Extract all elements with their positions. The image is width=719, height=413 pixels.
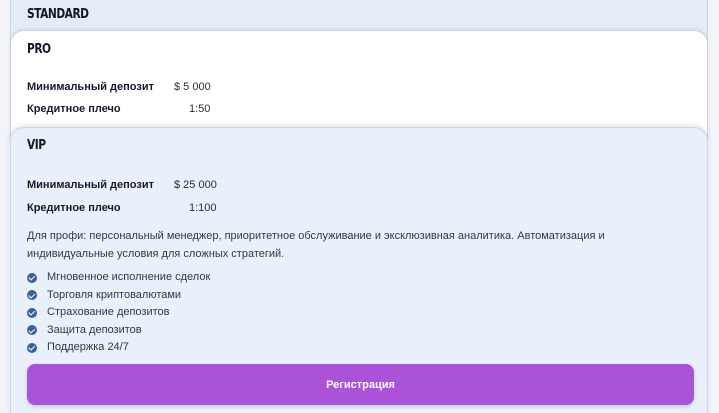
- feature-text: Защита депозитов: [47, 323, 142, 336]
- check-circle-icon: [27, 342, 37, 353]
- vip-min-deposit-label: Минимальный депозит: [27, 179, 154, 191]
- vip-min-deposit-value: $ 25 000: [174, 179, 217, 191]
- pro-leverage-value: 1:50: [189, 103, 211, 115]
- feature-item: Страхование депозитов: [27, 304, 210, 322]
- feature-item: Защита депозитов: [27, 322, 210, 340]
- plan-title-pro: PRO: [27, 42, 51, 57]
- register-button[interactable]: Регистрация: [27, 364, 694, 405]
- feature-text: Мгновенное исполнение сделок: [47, 271, 211, 283]
- check-circle-icon: [27, 307, 37, 318]
- feature-item: Поддержка 24/7: [27, 339, 210, 357]
- feature-text: Торговля криптовалютами: [47, 288, 182, 301]
- pro-min-deposit-value: $ 5 000: [174, 81, 211, 93]
- vip-description: Для профи: персональный менеджер, приори…: [27, 230, 605, 260]
- plan-title-vip: VIP: [27, 138, 46, 153]
- check-circle-icon: [27, 290, 37, 301]
- pro-min-deposit-label: Минимальный депозит: [27, 81, 154, 93]
- plan-card-vip[interactable]: VIP Минимальный депозит $ 25 000 Кредитн…: [10, 127, 708, 413]
- feature-text: Страхование депозитов: [47, 306, 170, 318]
- feature-text: Поддержка 24/7: [47, 341, 129, 353]
- feature-item: Мгновенное исполнение сделок: [27, 269, 210, 287]
- feature-item: Торговля криптовалютами: [27, 287, 210, 305]
- pro-leverage-label: Кредитное плечо: [27, 103, 121, 115]
- check-circle-icon: [27, 325, 37, 336]
- vip-leverage-value: 1:100: [189, 202, 217, 214]
- check-circle-icon: [27, 272, 37, 283]
- vip-feature-list: Мгновенное исполнение сделок Торговля кр…: [27, 269, 210, 357]
- plan-title-standard: STANDARD: [27, 7, 89, 22]
- vip-leverage-label: Кредитное плечо: [27, 202, 121, 214]
